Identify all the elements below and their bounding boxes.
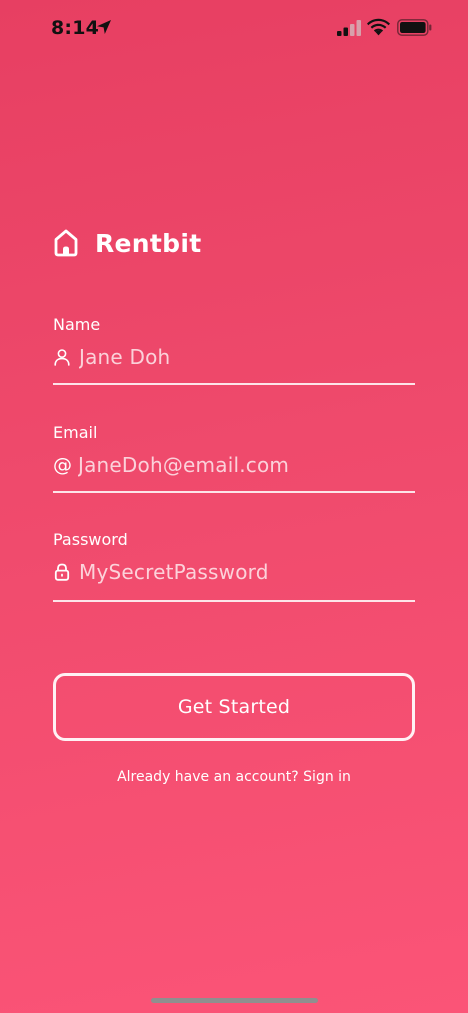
email-underline xyxy=(53,491,415,493)
password-field-row xyxy=(53,556,415,588)
user-icon xyxy=(54,349,70,366)
lock-icon xyxy=(54,563,70,581)
home-indicator[interactable] xyxy=(151,998,318,1003)
at-icon: @ xyxy=(53,454,72,476)
email-label: Email xyxy=(53,423,98,442)
location-arrow-icon xyxy=(97,20,111,34)
name-underline xyxy=(53,383,415,385)
cellular-signal-icon xyxy=(337,20,361,36)
password-input[interactable] xyxy=(79,557,415,587)
status-bar: 8:14 xyxy=(0,0,468,56)
brand-name: Rentbit xyxy=(95,228,202,258)
name-field-row xyxy=(53,341,415,373)
password-label: Password xyxy=(53,530,128,549)
name-label: Name xyxy=(53,315,101,334)
home-icon xyxy=(54,229,78,257)
name-input[interactable] xyxy=(79,342,415,372)
email-field-row: @ xyxy=(53,449,415,481)
password-underline xyxy=(53,600,415,602)
email-input[interactable] xyxy=(78,450,415,480)
signin-link[interactable]: Already have an account? Sign in xyxy=(0,769,468,785)
get-started-button[interactable]: Get Started xyxy=(53,673,415,741)
signup-screen: 8:14 Rentbit Name Jane Doh Email @ JaneD… xyxy=(0,0,468,1013)
status-time: 8:14 xyxy=(51,17,100,39)
brand: Rentbit xyxy=(52,227,201,259)
wifi-icon xyxy=(367,18,390,36)
battery-icon xyxy=(397,19,432,36)
